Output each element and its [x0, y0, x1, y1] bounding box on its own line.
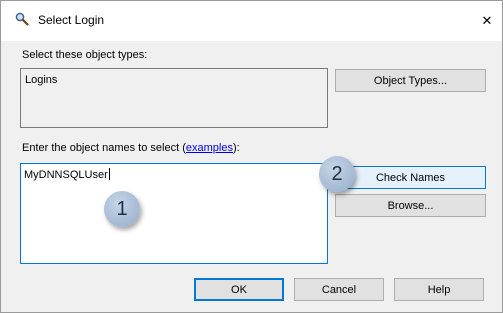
object-names-input[interactable]: MyDNNSQLUser [20, 163, 328, 264]
select-login-dialog: Select Login ✕ Select these object types… [0, 0, 503, 313]
object-names-value: MyDNNSQLUser [24, 168, 110, 181]
close-button[interactable]: ✕ [472, 1, 502, 41]
object-types-value: Logins [25, 74, 58, 86]
object-types-button[interactable]: Object Types... [335, 69, 486, 92]
object-types-box: Logins [20, 68, 328, 128]
close-icon: ✕ [481, 13, 493, 28]
check-names-button[interactable]: Check Names [335, 166, 486, 189]
object-names-label-prefix: Enter the object names to select ( [22, 142, 186, 154]
cancel-button[interactable]: Cancel [294, 278, 384, 301]
callout-step-1: 1 [104, 191, 140, 227]
dialog-title: Select Login [38, 13, 105, 27]
ok-button[interactable]: OK [194, 278, 284, 301]
help-button[interactable]: Help [394, 278, 484, 301]
object-names-label: Enter the object names to select (exampl… [22, 142, 240, 154]
search-icon [15, 12, 29, 26]
callout-step-2: 2 [319, 156, 355, 192]
text-caret [108, 168, 110, 180]
object-names-label-suffix: ): [232, 142, 240, 154]
object-types-label: Select these object types: [22, 49, 148, 61]
examples-link[interactable]: examples [186, 142, 233, 154]
object-names-text: MyDNNSQLUser [24, 169, 108, 181]
browse-button[interactable]: Browse... [335, 194, 486, 217]
title-bar: Select Login ✕ [1, 1, 502, 41]
